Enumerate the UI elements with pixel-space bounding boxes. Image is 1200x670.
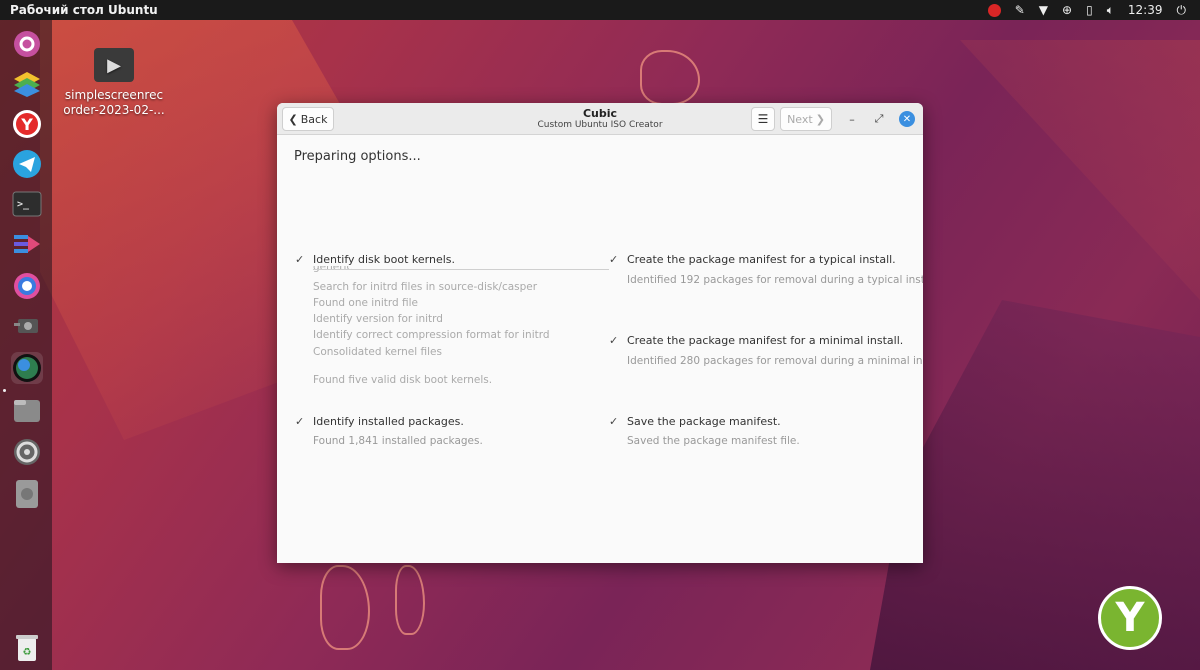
red-app-icon[interactable] [987, 3, 1001, 17]
video-file-icon: ▶ [94, 48, 134, 82]
task-result: Identified 192 packages for removal duri… [627, 274, 923, 286]
task-title: Save the package manifest. [627, 415, 781, 428]
task-installed-packages: ✓ Identify installed packages. Found 1,8… [295, 415, 615, 451]
settings-icon[interactable] [11, 436, 43, 468]
task-identify-kernels: ✓ Identify disk boot kernels. generic Se… [295, 253, 615, 393]
screenshot-icon[interactable] [11, 310, 43, 342]
share-icon[interactable] [11, 228, 43, 260]
list-button[interactable]: ☰ [751, 107, 775, 131]
network-icon[interactable]: ⊕ [1062, 0, 1072, 20]
back-label: Back [300, 112, 328, 126]
disk-icon[interactable] [11, 478, 43, 510]
task-result: Found five valid disk boot kernels. [313, 374, 493, 384]
task-save-manifest: ✓ Save the package manifest. Saved the p… [609, 415, 919, 451]
yandex-browser-icon[interactable]: Y [11, 108, 43, 140]
log-line: Identify correct compression format for … [313, 329, 550, 341]
svg-text:Y: Y [20, 115, 33, 134]
ubuntu-icon[interactable] [11, 28, 43, 60]
check-icon: ✓ [609, 334, 619, 347]
task-title: Identify installed packages. [313, 415, 464, 428]
kernel-log[interactable]: generic Search for initrd files in sourc… [313, 266, 609, 384]
log-line: Found one initrd file [313, 297, 419, 309]
active-indicator [3, 389, 6, 392]
desktop-file-label-line2: order-2023-02-... [63, 103, 165, 117]
top-bar: Рабочий стол Ubuntu ✎ ▼ ⊕ ▯ 🔈︎ 12:39 ⏻ [0, 0, 1200, 20]
system-tray[interactable]: ✎ ▼ ⊕ ▯ 🔈︎ 12:39 ⏻ [987, 0, 1200, 20]
list-icon: ☰ [757, 112, 769, 126]
pen-icon[interactable]: ✎ [1015, 0, 1025, 20]
page-heading: Preparing options... [294, 149, 421, 164]
task-title: Create the package manifest for a minima… [627, 334, 904, 347]
task-title: Create the package manifest for a typica… [627, 253, 896, 266]
channel-logo: Y [1098, 586, 1162, 650]
task-result: Found 1,841 installed packages. [313, 435, 483, 447]
check-icon: ✓ [609, 415, 619, 428]
desktop-file-label-line1: simplescreenrec [64, 88, 164, 102]
minimize-button[interactable]: – [844, 111, 860, 127]
next-label: Next [787, 112, 813, 126]
log-line: Identify version for initrd [313, 313, 443, 325]
trash-icon[interactable]: ♻ [11, 632, 43, 664]
cubic-icon[interactable] [11, 352, 43, 384]
volume-icon[interactable]: 🔈︎ [1107, 0, 1114, 20]
chevron-right-icon: ❯ [815, 112, 825, 126]
terminal-icon[interactable]: >_ [11, 188, 43, 220]
header-bar: ❮ Back Cubic Custom Ubuntu ISO Creator ☰… [277, 103, 923, 135]
desktop-file[interactable]: ▶ simplescreenrec order-2023-02-... [62, 48, 166, 118]
check-icon: ✓ [609, 253, 619, 266]
window-content: Preparing options... ✓ Identify disk boo… [277, 135, 923, 563]
task-result: Identified 280 packages for removal duri… [627, 355, 923, 367]
divider [313, 269, 609, 270]
task-minimal-manifest: ✓ Create the package manifest for a mini… [609, 334, 923, 370]
log-line: Consolidated kernel files [313, 346, 442, 358]
cubic-window: ❮ Back Cubic Custom Ubuntu ISO Creator ☰… [277, 103, 923, 563]
svg-text:♻: ♻ [23, 647, 32, 658]
close-button[interactable]: ✕ [899, 111, 915, 127]
dock: Y >_ ♻ [0, 20, 52, 670]
task-title: Identify disk boot kernels. [313, 253, 456, 266]
activities-title[interactable]: Рабочий стол Ubuntu [0, 3, 988, 17]
task-typical-manifest: ✓ Create the package manifest for a typi… [609, 253, 923, 289]
chevron-left-icon: ❮ [288, 112, 298, 126]
power-icon[interactable]: ⏻ [1177, 0, 1187, 20]
layers-icon[interactable] [11, 68, 43, 100]
task-result: Saved the package manifest file. [627, 435, 800, 447]
wallpaper-line [320, 565, 370, 650]
next-button[interactable]: Next ❯ [780, 107, 832, 131]
log-line: Search for initrd files in source-disk/c… [313, 281, 538, 293]
files-icon[interactable] [11, 394, 43, 426]
maximize-button[interactable]: ⤢ [871, 111, 887, 127]
check-icon: ✓ [295, 415, 305, 428]
color-picker-icon[interactable] [11, 270, 43, 302]
telegram-icon[interactable] [11, 148, 43, 180]
check-icon: ✓ [295, 253, 305, 266]
clock[interactable]: 12:39 [1128, 0, 1163, 20]
wifi-icon[interactable]: ▼ [1039, 0, 1048, 20]
battery-icon[interactable]: ▯ [1086, 0, 1093, 20]
back-button[interactable]: ❮ Back [282, 107, 334, 131]
wallpaper-line [640, 50, 700, 105]
svg-text:>_: >_ [17, 199, 30, 210]
wallpaper-line [395, 565, 425, 635]
wallpaper-shape [960, 40, 1200, 300]
